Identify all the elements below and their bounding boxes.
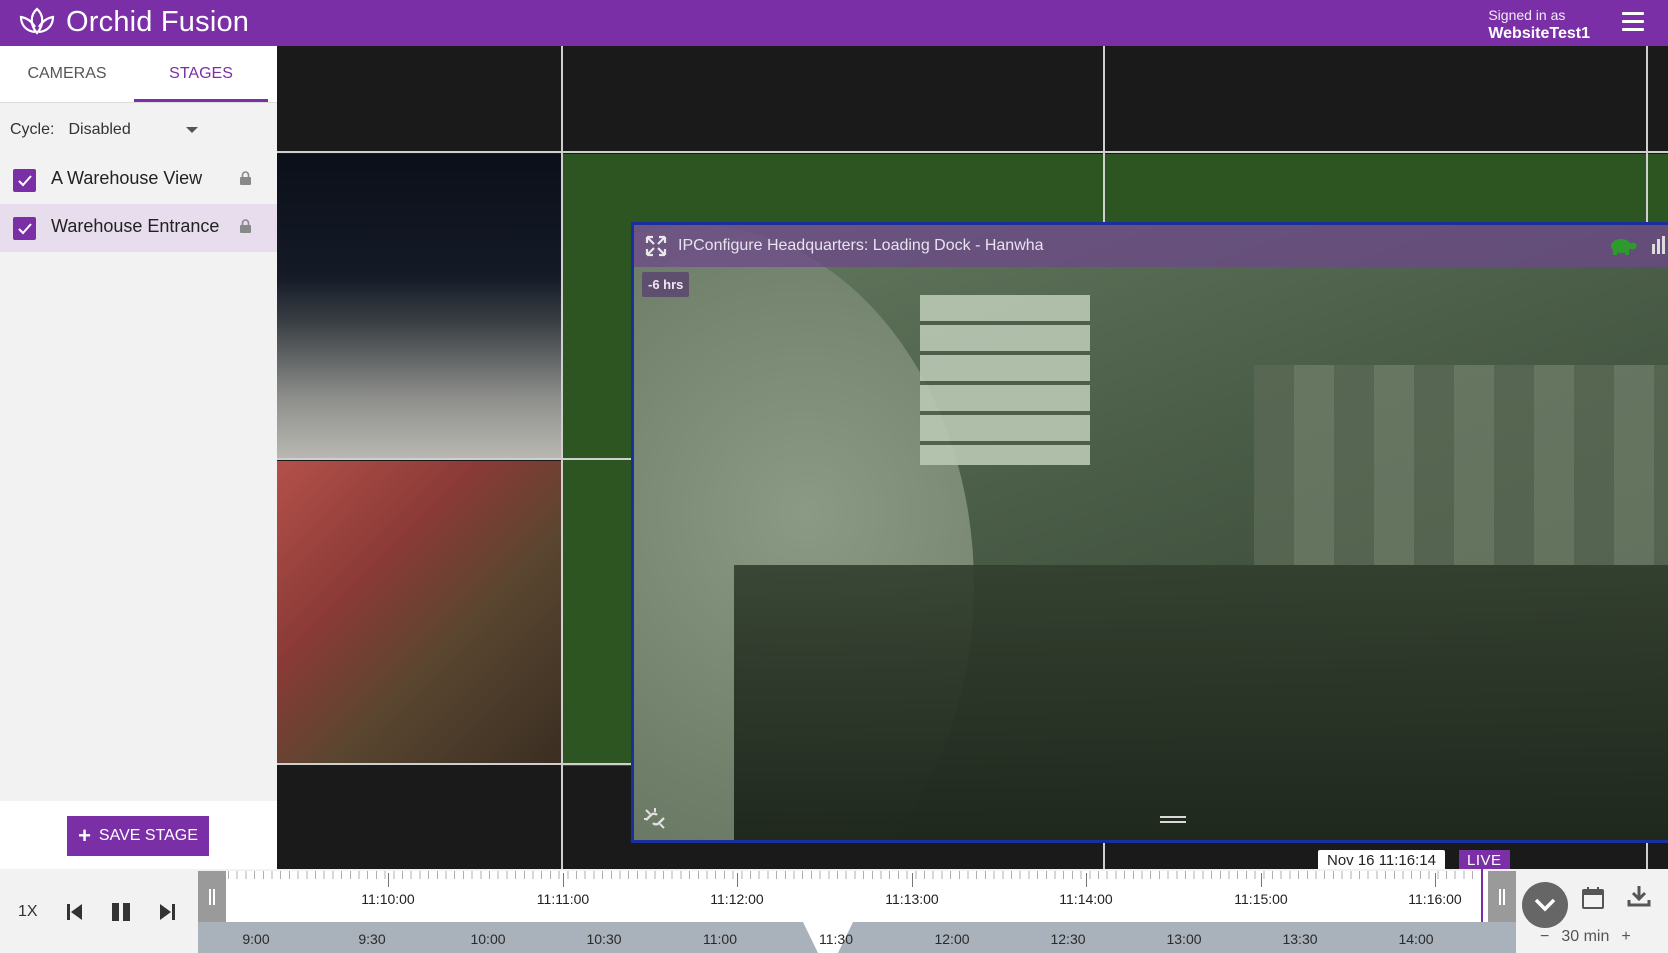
calendar-icon[interactable] [1581, 886, 1605, 910]
timeline-major-tick [388, 873, 389, 887]
timeline-major-tick [737, 873, 738, 887]
overview-label: 12:30 [1050, 931, 1086, 947]
camera-title: IPConfigure Headquarters: Loading Dock -… [678, 237, 1044, 254]
turtle-icon[interactable] [1606, 234, 1638, 256]
cycle-value: Disabled [68, 120, 131, 138]
overview-label: 14:00 [1398, 931, 1434, 947]
signed-in-label: Signed in as [1488, 7, 1566, 23]
stats-icon[interactable] [1652, 236, 1666, 254]
sidebar-tabs: CAMERAS STAGES [0, 46, 277, 102]
current-timestamp: Nov 16 11:16:14 [1318, 850, 1445, 871]
camera-feed-warehouse[interactable] [277, 461, 562, 765]
zoom-level: 30 min [1561, 928, 1610, 945]
collapse-timeline-button[interactable] [1522, 882, 1568, 928]
zoom-out-button[interactable]: − [1540, 928, 1549, 946]
drag-handle-icon[interactable] [1160, 816, 1186, 826]
stage-item-warehouse-entrance[interactable]: Warehouse Entrance [0, 204, 277, 252]
timeline-ticks [228, 871, 1473, 879]
lotus-logo-icon [19, 7, 55, 35]
app-logo[interactable]: Orchid Fusion [16, 5, 249, 39]
unlink-icon[interactable] [642, 806, 668, 832]
timeline-right-handle[interactable] [1488, 871, 1516, 922]
time-offset-badge: -6 hrs [642, 272, 690, 297]
zoom-in-button[interactable]: + [1621, 928, 1630, 946]
overview-label: 13:30 [1282, 931, 1318, 947]
timeline-major-tick [1435, 873, 1436, 887]
skip-back-icon[interactable] [64, 901, 86, 923]
timeline-playhead[interactable] [1481, 869, 1483, 922]
tab-stages[interactable]: STAGES [134, 46, 268, 102]
playback-bar: 1X 11:10:00 11:11:00 11:12:00 11:13:00 1… [0, 869, 1668, 953]
lock-icon [240, 171, 251, 185]
top-bar: Orchid Fusion Signed in as WebsiteTest1 [0, 0, 1668, 46]
timeline-label: 11:12:00 [710, 891, 764, 907]
save-stage-footer: + SAVE STAGE [0, 801, 277, 869]
overview-label: 10:00 [470, 931, 506, 947]
lock-icon [240, 219, 251, 233]
timeline-left-handle[interactable] [198, 871, 226, 922]
timeline-label: 11:11:00 [536, 891, 590, 907]
stage-label: A Warehouse View [51, 168, 203, 188]
timeline-major-tick [912, 873, 913, 887]
timeline-major-tick [1261, 873, 1262, 887]
pause-icon[interactable] [110, 901, 132, 923]
timeline-label: 11:15:00 [1234, 891, 1288, 907]
download-icon[interactable] [1627, 884, 1651, 908]
timeline-label: 11:16:00 [1408, 891, 1462, 907]
camera-feed-outdoor[interactable] [277, 154, 562, 459]
zoom-control: − 30 min + [1540, 928, 1631, 946]
scene-floor [734, 565, 1668, 840]
tab-cameras[interactable]: CAMERAS [0, 46, 134, 102]
stage-item-a-warehouse-view[interactable]: A Warehouse View [0, 156, 277, 204]
brand-name: Orchid Fusion [66, 5, 250, 38]
camera-tile-header[interactable]: IPConfigure Headquarters: Loading Dock -… [634, 225, 1668, 267]
signed-in-info: Signed in as WebsiteTest1 [1488, 7, 1590, 43]
expand-icon[interactable] [644, 234, 668, 258]
save-stage-button[interactable]: + SAVE STAGE [67, 816, 209, 856]
playback-speed[interactable]: 1X [18, 903, 38, 921]
overview-label: 9:30 [358, 931, 386, 947]
timeline-label: 11:10:00 [361, 891, 415, 907]
timeline-detail[interactable]: 11:10:00 11:11:00 11:12:00 11:13:00 11:1… [198, 871, 1516, 922]
checkbox-checked-icon[interactable] [13, 169, 36, 192]
overview-label: 9:00 [242, 931, 270, 947]
cycle-control: Cycle: Disabled [0, 102, 277, 156]
plus-icon: + [78, 823, 91, 848]
overview-label: 11:30 [819, 931, 853, 947]
overview-label: 13:00 [1166, 931, 1202, 947]
hamburger-menu-icon[interactable] [1622, 12, 1644, 32]
timeline-major-tick [563, 873, 564, 887]
chevron-down-icon [186, 126, 199, 133]
timeline-label: 11:13:00 [885, 891, 939, 907]
stage-label: Warehouse Entrance [51, 216, 220, 236]
scene-door [920, 295, 1090, 465]
cycle-select[interactable]: Disabled [68, 121, 204, 139]
scene-shelf [1254, 365, 1668, 565]
overview-label: 11:00 [703, 931, 737, 947]
timeline-overview[interactable] [198, 922, 1516, 953]
sidebar: CAMERAS STAGES Cycle: Disabled A Warehou… [0, 46, 277, 869]
camera-tile-loading-dock[interactable]: IPConfigure Headquarters: Loading Dock -… [631, 222, 1668, 843]
cycle-label: Cycle: [10, 120, 55, 138]
checkbox-checked-icon[interactable] [13, 217, 36, 240]
username: WebsiteTest1 [1488, 25, 1590, 42]
video-grid: IPConfigure Headquarters: Loading Dock -… [277, 46, 1668, 869]
timeline-major-tick [1086, 873, 1087, 887]
timeline-label: 11:14:00 [1059, 891, 1113, 907]
grid-line [277, 151, 1668, 153]
skip-forward-icon[interactable] [156, 901, 178, 923]
overview-label: 10:30 [586, 931, 622, 947]
timeline[interactable]: 11:10:00 11:11:00 11:12:00 11:13:00 11:1… [198, 869, 1516, 953]
overview-label: 12:00 [934, 931, 970, 947]
live-button[interactable]: LIVE [1459, 850, 1510, 871]
save-stage-label: SAVE STAGE [98, 827, 198, 844]
chevron-down-icon [1534, 898, 1556, 912]
